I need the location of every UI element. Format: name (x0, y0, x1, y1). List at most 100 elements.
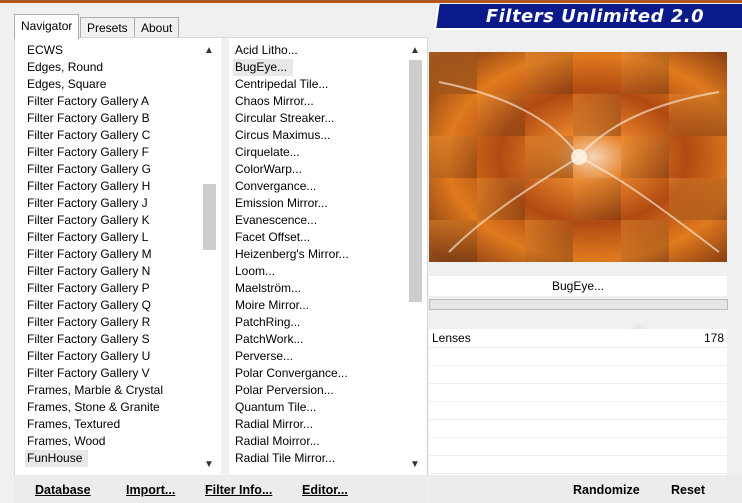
category-list-item[interactable]: Filter Factory Gallery R (25, 314, 203, 331)
filter-list-item[interactable]: Circus Maximus... (233, 127, 411, 144)
category-list-item-label: Filter Factory Gallery L (27, 230, 149, 244)
category-list-item[interactable]: Filter Factory Gallery S (25, 331, 203, 348)
filter-list-item[interactable]: Centripedal Tile... (233, 76, 411, 93)
filter-list-item-label: Quantum Tile... (235, 400, 317, 414)
category-list-item-label: Filter Factory Gallery G (27, 162, 152, 176)
category-list-item[interactable]: ECWS (25, 42, 203, 59)
filter-list-item-label: Convergance... (235, 179, 317, 193)
filter-list-item-label: Emission Mirror... (235, 196, 328, 210)
category-list-item[interactable]: Edges, Square (25, 76, 203, 93)
filter-scroll-thumb[interactable] (409, 60, 422, 302)
category-list-item-label: Filter Factory Gallery P (27, 281, 150, 295)
category-list[interactable]: ECWS Edges, Round Edges, Square Filter Fact… (25, 42, 203, 470)
list-divider (221, 38, 229, 475)
category-list-item-label: FunHouse (25, 450, 89, 467)
filter-list-item[interactable]: Moire Mirror... (233, 297, 411, 314)
filter-list-item[interactable]: Radial Tile Mirror... (233, 450, 411, 467)
category-list-item[interactable]: Edges, Round (25, 59, 203, 76)
category-list-item[interactable]: Filter Factory Gallery G (25, 161, 203, 178)
category-list-item[interactable]: Filter Factory Gallery A (25, 93, 203, 110)
filter-info-button[interactable]: Filter Info... (205, 481, 272, 499)
chevron-down-icon[interactable]: ▼ (201, 458, 217, 472)
category-list-item-label: Edges, Round (27, 60, 104, 74)
filter-list-item[interactable]: Acid Litho... (233, 42, 411, 59)
filter-list-item-label: Moire Mirror... (235, 298, 310, 312)
filter-list-item-label: Heizenberg's Mirror... (235, 247, 349, 261)
category-list-item-label: ECWS (27, 43, 63, 57)
filter-list-item[interactable]: Polar Convergance... (233, 365, 411, 382)
filter-list-item-label: PatchRing... (235, 315, 301, 329)
reset-button[interactable]: Reset (671, 481, 705, 499)
category-list-item[interactable]: Filter Factory Gallery H (25, 178, 203, 195)
category-list-item[interactable]: Filter Factory Gallery P (25, 280, 203, 297)
filter-list-item-label: Radial Moirror... (235, 434, 320, 448)
category-list-item[interactable]: FunHouse (25, 450, 203, 467)
category-list-item[interactable]: Filter Factory Gallery L (25, 229, 203, 246)
progress-bar (429, 299, 728, 310)
randomize-button[interactable]: Randomize (573, 481, 640, 499)
filter-list-item-label: Evanescence... (235, 213, 318, 227)
filter-scrollbar[interactable]: ▲ ▼ (407, 40, 423, 472)
category-list-item-label: Filter Factory Gallery U (27, 349, 151, 363)
category-list-item[interactable]: Frames, Stone & Granite (25, 399, 203, 416)
parameter-row-lenses[interactable]: Lenses 178 (429, 323, 727, 348)
selected-filter-label: BugEye... (429, 276, 727, 296)
filter-list-item[interactable]: Chaos Mirror... (233, 93, 411, 110)
filter-list-item[interactable]: Polar Perversion... (233, 382, 411, 399)
filter-list-item[interactable]: ColorWarp... (233, 161, 411, 178)
tab-presets[interactable]: Presets (80, 17, 135, 38)
filter-list-item[interactable]: Facet Offset... (233, 229, 411, 246)
category-list-item[interactable]: Frames, Marble & Crystal (25, 382, 203, 399)
category-list-item[interactable]: Filter Factory Gallery K (25, 212, 203, 229)
category-list-item[interactable]: Filter Factory Gallery Q (25, 297, 203, 314)
category-list-item[interactable]: Filter Factory Gallery J (25, 195, 203, 212)
tab-about[interactable]: About (134, 17, 180, 38)
filter-list-item[interactable]: Maelström... (233, 280, 411, 297)
top-border-strip (0, 0, 742, 3)
category-list-item-label: Filter Factory Gallery R (27, 315, 151, 329)
parameter-row-empty (429, 365, 727, 384)
filter-list[interactable]: Acid Litho... BugEye... Centripedal Tile..… (233, 42, 411, 470)
category-list-item[interactable]: Filter Factory Gallery B (25, 110, 203, 127)
tab-navigator[interactable]: Navigator (14, 14, 80, 39)
category-list-item[interactable]: Filter Factory Gallery M (25, 246, 203, 263)
category-list-item[interactable]: Frames, Wood (25, 433, 203, 450)
category-list-item[interactable]: Filter Factory Gallery U (25, 348, 203, 365)
filter-list-item-label: Perverse... (235, 349, 294, 363)
filter-list-item[interactable]: Convergance... (233, 178, 411, 195)
filter-list-item[interactable]: BugEye... (233, 59, 411, 76)
category-list-item[interactable]: Filter Factory Gallery N (25, 263, 203, 280)
category-scroll-thumb[interactable] (203, 184, 216, 250)
filter-list-item[interactable]: Emission Mirror... (233, 195, 411, 212)
chevron-down-icon[interactable]: ▼ (407, 458, 423, 472)
filter-list-item[interactable]: Radial Moirror... (233, 433, 411, 450)
import-button[interactable]: Import... (126, 481, 175, 499)
filter-list-item[interactable]: Cirquelate... (233, 144, 411, 161)
category-scrollbar[interactable]: ▲ ▼ (201, 40, 217, 472)
editor-button[interactable]: Editor... (302, 481, 348, 499)
filter-list-item[interactable]: PatchRing... (233, 314, 411, 331)
filter-list-item[interactable]: Perverse... (233, 348, 411, 365)
chevron-up-icon[interactable]: ▲ (407, 44, 423, 58)
filter-list-item[interactable]: Circular Streaker... (233, 110, 411, 127)
category-list-item-label: Filter Factory Gallery F (27, 145, 150, 159)
filter-list-item-label: Loom... (235, 264, 276, 278)
category-list-item[interactable]: Filter Factory Gallery V (25, 365, 203, 382)
filter-list-item-label: Centripedal Tile... (235, 77, 329, 91)
database-button[interactable]: Database (35, 481, 91, 499)
category-list-item[interactable]: Frames, Textured (25, 416, 203, 433)
filter-list-item-label: BugEye... (233, 59, 294, 76)
filter-list-item[interactable]: Radial Mirror... (233, 416, 411, 433)
chevron-up-icon[interactable]: ▲ (201, 44, 217, 58)
filter-list-item[interactable]: Heizenberg's Mirror... (233, 246, 411, 263)
category-list-item[interactable]: Filter Factory Gallery C (25, 127, 203, 144)
filter-list-item[interactable]: Loom... (233, 263, 411, 280)
category-list-item-label: Filter Factory Gallery Q (27, 298, 152, 312)
filter-list-item-label: Circular Streaker... (235, 111, 335, 125)
slider-thumb[interactable] (631, 323, 645, 329)
filter-list-item[interactable]: PatchWork... (233, 331, 411, 348)
category-list-item[interactable]: Filter Factory Gallery F (25, 144, 203, 161)
filter-list-item-label: Chaos Mirror... (235, 94, 314, 108)
filter-list-item[interactable]: Quantum Tile... (233, 399, 411, 416)
filter-list-item[interactable]: Evanescence... (233, 212, 411, 229)
